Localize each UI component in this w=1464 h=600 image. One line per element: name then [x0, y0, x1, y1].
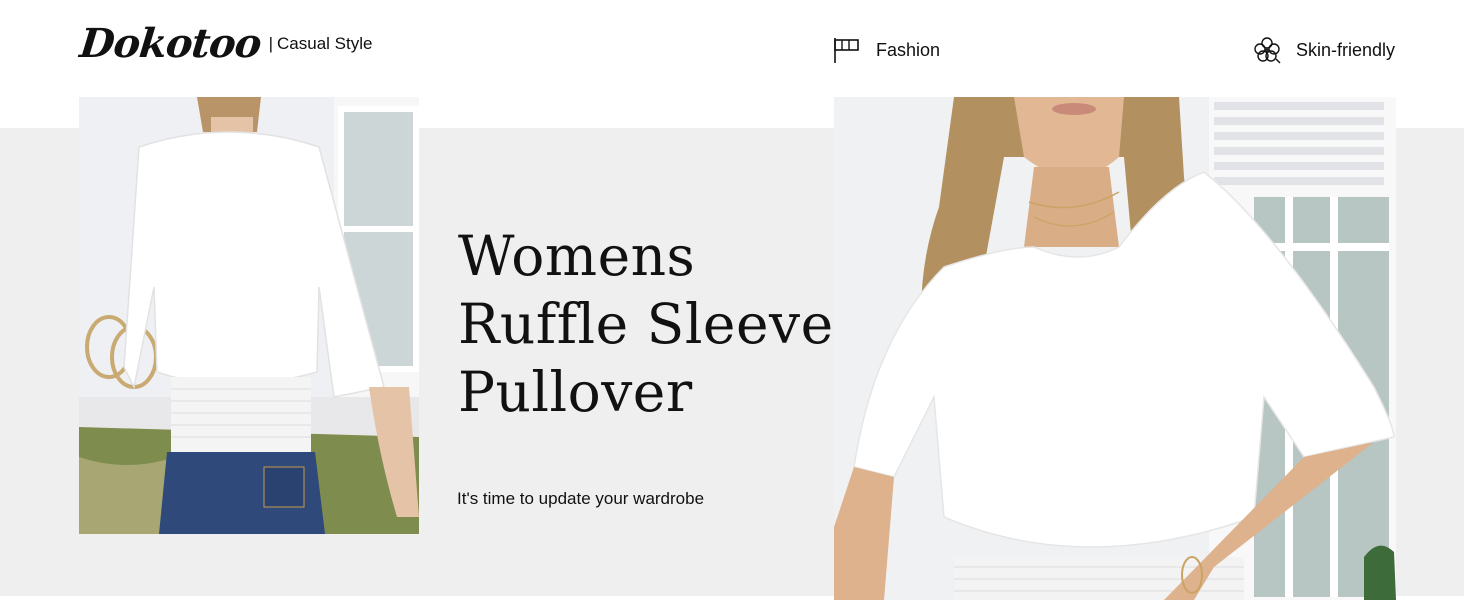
- headline-line-1: Womens: [458, 224, 696, 288]
- back-view-photo: [79, 97, 419, 534]
- headline-line-2: Ruffle Sleeve: [458, 292, 834, 356]
- feature-skin-friendly-label: Skin-friendly: [1296, 39, 1396, 60]
- brand-logo: Dokotoo: [77, 20, 264, 67]
- cotton-flower-icon: [1252, 35, 1282, 65]
- feature-fashion: Fashion: [832, 34, 940, 66]
- tagline-text: It's time to update your wardrobe: [457, 489, 705, 508]
- front-view-photo: [834, 97, 1396, 600]
- brand-separator: |: [268, 34, 274, 53]
- brand-tagline: Casual Style: [277, 34, 373, 53]
- feature-fashion-label: Fashion: [876, 39, 941, 60]
- product-headline: Womens Ruffle Sleeve Pullover: [458, 222, 834, 426]
- headline-line-3: Pullover: [458, 360, 693, 424]
- brand-header: Dokotoo | Casual Style: [77, 18, 373, 70]
- flag-icon: [832, 35, 862, 65]
- feature-skin-friendly: Skin-friendly: [1252, 34, 1395, 66]
